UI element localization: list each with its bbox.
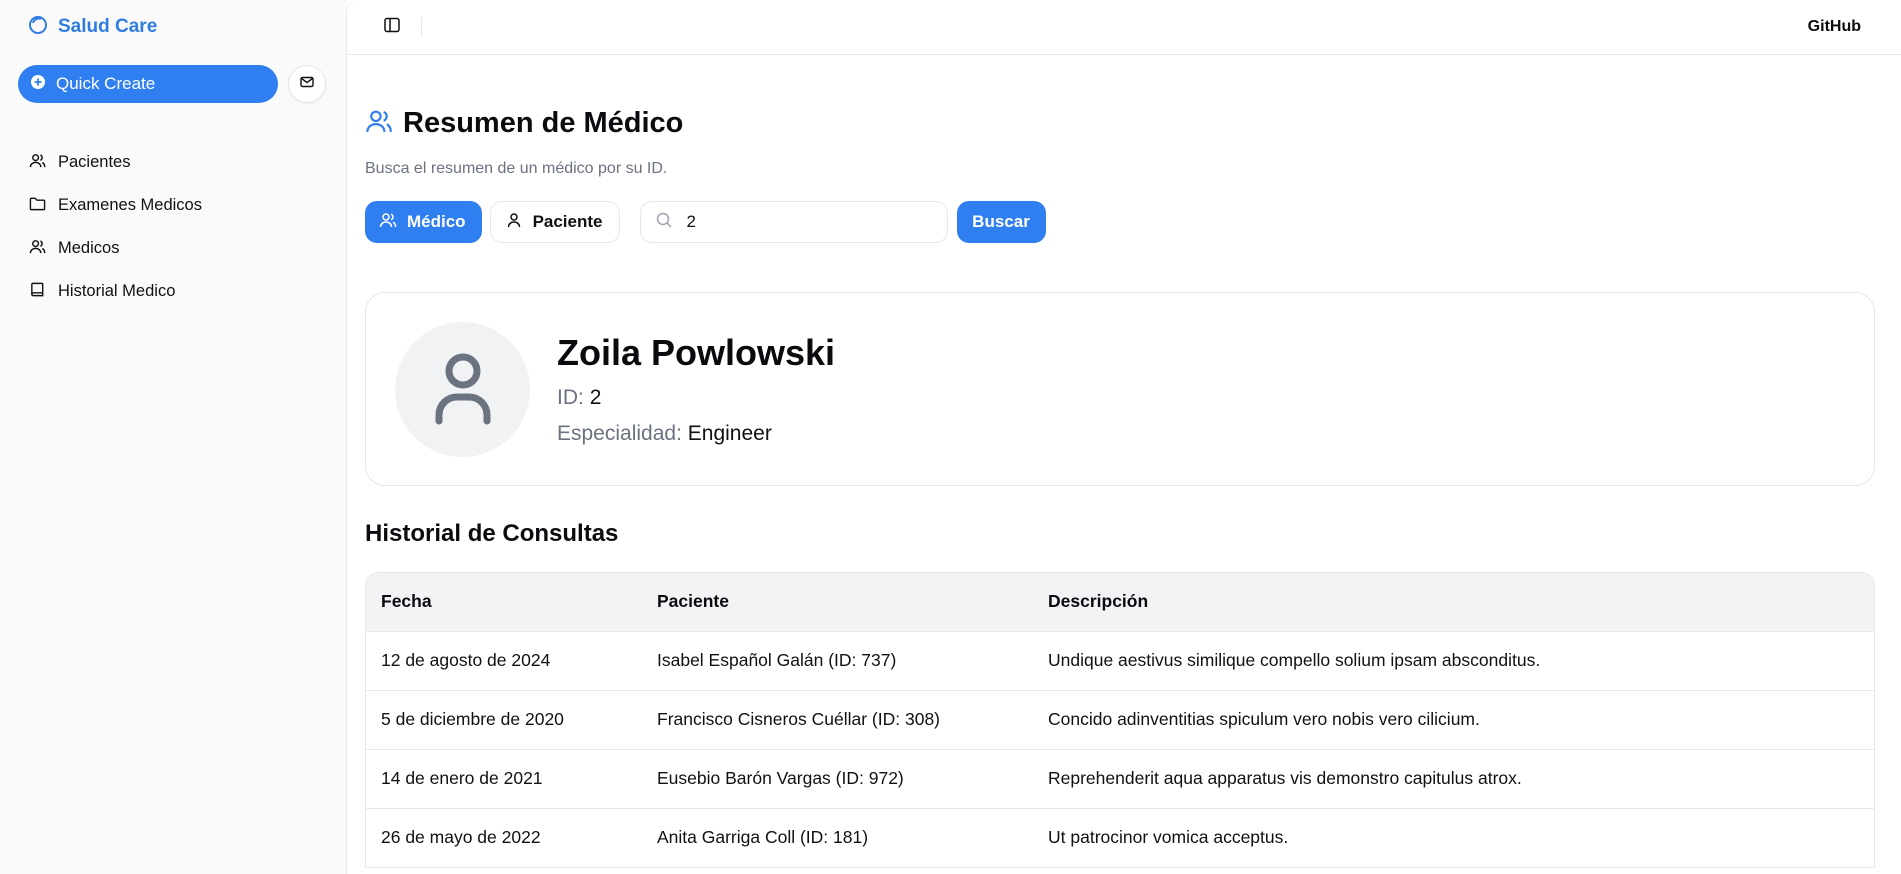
- cell-descripcion: Concido adinventitias spiculum vero nobi…: [1033, 689, 1874, 749]
- quick-create-button[interactable]: Quick Create: [18, 65, 278, 103]
- users-icon: [29, 238, 46, 260]
- folder-icon: [29, 195, 46, 217]
- user-icon: [505, 211, 523, 234]
- sidebar: Salud Care Quick Create Pacientes Examen…: [0, 0, 346, 874]
- doctor-id-value: 2: [589, 386, 602, 409]
- mail-icon: [299, 74, 315, 95]
- doctor-specialty: Especialidad: Engineer: [557, 422, 835, 446]
- cell-fecha: 5 de diciembre de 2020: [366, 689, 642, 749]
- cell-fecha: 12 de agosto de 2024: [366, 630, 642, 690]
- topbar-divider: [421, 17, 422, 37]
- page-subtitle: Busca el resumen de un médico por su ID.: [365, 160, 668, 177]
- doctor-id-label: ID:: [557, 386, 584, 409]
- doctor-specialty-label: Especialidad:: [557, 422, 682, 445]
- table-row[interactable]: 5 de diciembre de 2020 Francisco Cisnero…: [366, 689, 1874, 749]
- cell-fecha: 14 de enero de 2021: [366, 748, 642, 808]
- search-button[interactable]: Buscar: [956, 201, 1046, 243]
- users-icon: [379, 211, 397, 234]
- logo-icon: [28, 15, 48, 40]
- page-title: Resumen de Médico: [403, 107, 684, 139]
- cell-fecha: 26 de mayo de 2022: [366, 807, 642, 867]
- sidebar-item-label: Historial Medico: [58, 282, 176, 300]
- doctor-name: Zoila Powlowski: [557, 332, 836, 373]
- plus-circle-icon: [30, 74, 46, 95]
- doctor-specialty-value: Engineer: [687, 422, 772, 445]
- users-icon: [365, 107, 393, 140]
- sidebar-item-label: Pacientes: [58, 153, 131, 171]
- user-icon: [428, 347, 498, 432]
- column-header-paciente: Paciente: [642, 573, 1033, 631]
- history-title: Historial de Consultas: [365, 520, 619, 547]
- cell-paciente: Francisco Cisneros Cuéllar (ID: 308): [642, 689, 1033, 749]
- cell-paciente: Anita Garriga Coll (ID: 181): [642, 807, 1033, 867]
- cell-descripcion: Reprehenderit aqua apparatus vis demonst…: [1033, 748, 1874, 808]
- sidebar-item-label: Examenes Medicos: [58, 196, 202, 214]
- search-icon: [655, 211, 673, 234]
- page-content: Resumen de Médico Busca el resumen de un…: [347, 107, 1877, 868]
- sidebar-item-label: Medicos: [58, 239, 120, 257]
- cell-paciente: Eusebio Barón Vargas (ID: 972): [642, 748, 1033, 808]
- topbar: GitHub: [347, 0, 1901, 55]
- doctor-id: ID: 2: [557, 386, 835, 410]
- search-input[interactable]: [686, 212, 907, 232]
- history-table: Fecha Paciente Descripción 12 de agosto …: [365, 572, 1875, 868]
- book-icon: [29, 281, 46, 303]
- table-row[interactable]: 14 de enero de 2021 Eusebio Barón Vargas…: [366, 748, 1874, 808]
- column-header-fecha: Fecha: [366, 573, 642, 631]
- table-row[interactable]: 26 de mayo de 2022 Anita Garriga Coll (I…: [366, 807, 1874, 867]
- tab-paciente[interactable]: Paciente: [489, 201, 620, 243]
- sidebar-item-medicos[interactable]: Medicos: [18, 227, 346, 270]
- users-icon: [29, 152, 46, 174]
- tab-medico[interactable]: Médico: [365, 201, 482, 243]
- cell-descripcion: Undique aestivus similique compello soli…: [1033, 630, 1874, 690]
- main-panel: GitHub Resumen de Médico Busca el resume…: [346, 0, 1901, 874]
- table-row[interactable]: 12 de agosto de 2024 Isabel Español Galá…: [366, 630, 1874, 690]
- panel-left-icon: [383, 16, 401, 39]
- brand-name: Salud Care: [58, 16, 158, 37]
- search-field[interactable]: [639, 201, 948, 243]
- sidebar-nav: Pacientes Examenes Medicos Medicos Histo…: [18, 141, 346, 313]
- cell-descripcion: Ut patrocinor vomica acceptus.: [1033, 807, 1874, 867]
- quick-create-label: Quick Create: [56, 74, 156, 93]
- cell-paciente: Isabel Español Galán (ID: 737): [642, 630, 1033, 690]
- tab-medico-label: Médico: [407, 212, 466, 231]
- doctor-card: Zoila Powlowski ID: 2 Especialidad: Engi…: [365, 292, 1875, 486]
- column-header-descripcion: Descripción: [1033, 573, 1874, 631]
- tab-paciente-label: Paciente: [532, 212, 603, 231]
- table-header-row: Fecha Paciente Descripción: [366, 573, 1874, 631]
- sidebar-item-examenes[interactable]: Examenes Medicos: [18, 184, 346, 227]
- inbox-button[interactable]: [288, 65, 326, 103]
- avatar: [395, 321, 530, 457]
- sidebar-item-historial[interactable]: Historial Medico: [18, 270, 346, 313]
- github-link[interactable]: GitHub: [1808, 18, 1861, 36]
- brand[interactable]: Salud Care: [18, 0, 346, 54]
- sidebar-item-pacientes[interactable]: Pacientes: [18, 141, 346, 184]
- search-toolbar: Médico Paciente Buscar: [365, 200, 1877, 244]
- sidebar-toggle-button[interactable]: [377, 12, 407, 42]
